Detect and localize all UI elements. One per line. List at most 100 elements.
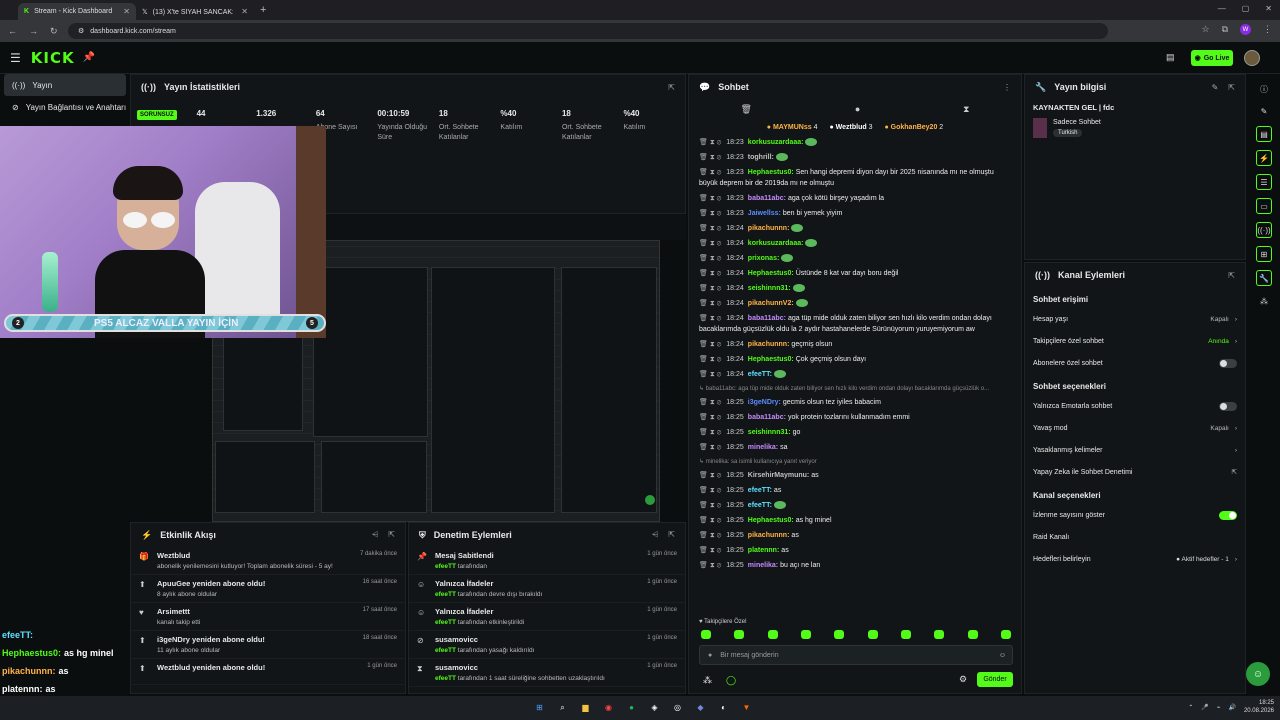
- message-actions[interactable]: 🗑 ⧗ ⊘: [699, 169, 721, 176]
- spotify-icon[interactable]: ●: [624, 700, 639, 715]
- popout-icon[interactable]: ⇱: [1228, 83, 1235, 92]
- message-username[interactable]: pikachunnV2:: [748, 300, 794, 307]
- hourglass-icon[interactable]: ⧗: [963, 104, 969, 115]
- message-username[interactable]: Hephaestus0:: [748, 356, 794, 363]
- browser-menu-icon[interactable]: ⋮: [1263, 24, 1272, 35]
- hamburger-menu-icon[interactable]: ☰: [10, 51, 21, 65]
- emote-icon[interactable]: [867, 630, 878, 639]
- clock[interactable]: 18:25 20.08.2026: [1244, 699, 1274, 715]
- setting-row[interactable]: Hesap yaşı Kapalı ›: [1025, 308, 1245, 330]
- back-icon[interactable]: ←: [8, 26, 17, 36]
- new-tab-icon[interactable]: +: [260, 4, 266, 16]
- emote-icon[interactable]: [701, 630, 711, 639]
- profile-avatar[interactable]: W: [1240, 24, 1251, 35]
- emote-icon[interactable]: [1000, 630, 1011, 639]
- message-actions[interactable]: 🗑 ⧗ ⊘: [699, 240, 721, 247]
- message-username[interactable]: minelika:: [748, 562, 778, 569]
- message-actions[interactable]: 🗑 ⧗ ⊘: [699, 444, 721, 451]
- chat-message[interactable]: 🗑 ⧗ ⊘ 18:25 baba11abc: yok protein tozların…: [689, 410, 1023, 425]
- cluster-icon[interactable]: ⁂: [703, 675, 712, 686]
- message-username[interactable]: minelika:: [748, 444, 778, 451]
- cluster-icon[interactable]: ⁂: [1257, 294, 1271, 308]
- message-actions[interactable]: 🗑 ⧗ ⊘: [699, 517, 721, 524]
- url-field[interactable]: ⚙ dashboard.kick.com/stream: [68, 23, 1108, 39]
- setting-row[interactable]: Raid Kanalı: [1025, 526, 1245, 548]
- forward-icon[interactable]: →: [29, 26, 38, 36]
- message-username[interactable]: toghrill:: [748, 154, 774, 161]
- message-actions[interactable]: 🗑 ⧗ ⊘: [699, 300, 721, 307]
- file-explorer-icon[interactable]: ▆: [578, 700, 593, 715]
- send-button[interactable]: Gönder: [977, 672, 1013, 687]
- toggle-switch[interactable]: [1219, 510, 1237, 520]
- message-username[interactable]: Hephaestus0:: [748, 517, 794, 524]
- message-username[interactable]: baba11abc:: [748, 315, 786, 322]
- message-actions[interactable]: 🗑 ⧗ ⊘: [699, 315, 721, 322]
- trash-icon[interactable]: 🗑: [740, 104, 751, 115]
- toggle-switch[interactable]: [1219, 401, 1237, 411]
- discord-icon[interactable]: ◆: [693, 700, 708, 715]
- message-actions[interactable]: 🗑 ⧗ ⊘: [699, 195, 721, 202]
- emote-icon[interactable]: [767, 630, 778, 639]
- chat-message[interactable]: 🗑 ⧗ ⊘ 18:25 pikachunnn: as: [689, 528, 1023, 543]
- chat-message[interactable]: 🗑 ⧗ ⊘ 18:24 pikachunnn:: [689, 221, 1023, 236]
- stats-toggle-icon[interactable]: ▤: [1256, 126, 1272, 142]
- message-actions[interactable]: 🗑 ⧗ ⊘: [699, 356, 721, 363]
- close-tab-icon[interactable]: ✕: [123, 7, 130, 16]
- chat-message[interactable]: 🗑 ⧗ ⊘ 18:25 minelika: bu açı ne lan: [689, 558, 1023, 573]
- mic-icon[interactable]: 🎤: [1201, 704, 1208, 711]
- layout-icon[interactable]: ▤: [1166, 52, 1175, 63]
- chat-message[interactable]: 🗑 ⧗ ⊘ 18:23 Jaiwellss: ben bi yemek yiyim: [689, 206, 1023, 221]
- help-chat-button[interactable]: ☺: [1246, 662, 1270, 686]
- message-actions[interactable]: 🗑 ⧗ ⊘: [699, 285, 721, 292]
- message-actions[interactable]: 🗑 ⧗ ⊘: [699, 562, 721, 569]
- chat-message[interactable]: 🗑 ⧗ ⊘ 18:23 Hephaestus0: Sen hangi depremi …: [689, 165, 1023, 191]
- setting-row[interactable]: Yalnızca Emotarla sohbet: [1025, 395, 1245, 417]
- message-actions[interactable]: 🗑 ⧗ ⊘: [699, 225, 721, 232]
- moderation-toggle-icon[interactable]: ☰: [1256, 174, 1272, 190]
- windows-start-icon[interactable]: ⊞: [532, 700, 547, 715]
- extensions-icon[interactable]: ⧉: [1222, 24, 1228, 35]
- message-username[interactable]: baba11abc:: [748, 195, 786, 202]
- chat-message[interactable]: 🗑 ⧗ ⊘ 18:25 seishinnn31: go: [689, 425, 1023, 440]
- chat-message[interactable]: 🗑 ⧗ ⊘ 18:24 efeeTT:: [689, 367, 1023, 382]
- message-actions[interactable]: 🗑 ⧗ ⊘: [699, 270, 721, 277]
- chat-message[interactable]: 🗑 ⧗ ⊘ 18:23 toghrill:: [689, 150, 1023, 165]
- chat-message[interactable]: 🗑 ⧗ ⊘ 18:25 Hephaestus0: as hg minel: [689, 513, 1023, 528]
- setting-row[interactable]: Takipçilere özel sohbet Anında ›: [1025, 330, 1245, 352]
- setting-row[interactable]: Abonelere özel sohbet: [1025, 352, 1245, 374]
- popout-icon[interactable]: ⇱: [668, 530, 675, 540]
- message-actions[interactable]: 🗑 ⧗ ⊘: [699, 472, 721, 479]
- popout-icon[interactable]: ⇱: [388, 530, 395, 540]
- external-link-icon[interactable]: ⇱: [1232, 468, 1237, 476]
- chat-message[interactable]: 🗑 ⧗ ⊘ 18:24 pikachunnV2:: [689, 296, 1023, 311]
- chat-message[interactable]: 🗑 ⧗ ⊘ 18:23 korkusuzardaaa:: [689, 135, 1023, 150]
- message-actions[interactable]: 🗑 ⧗ ⊘: [699, 399, 721, 406]
- emote-icon[interactable]: [734, 630, 745, 639]
- message-actions[interactable]: 🗑 ⧗ ⊘: [699, 502, 721, 509]
- message-username[interactable]: platennn:: [748, 547, 780, 554]
- chrome-icon[interactable]: ◉: [601, 700, 616, 715]
- message-username[interactable]: KirsehirMaymunu:: [748, 472, 809, 479]
- message-username[interactable]: prixonas:: [748, 255, 780, 262]
- emote-icon[interactable]: [900, 630, 911, 639]
- go-live-button[interactable]: ◉ Go Live: [1191, 50, 1233, 66]
- maximize-icon[interactable]: ▢: [1242, 4, 1250, 13]
- steam-icon[interactable]: ◎: [670, 700, 685, 715]
- emote-icon[interactable]: [967, 630, 978, 639]
- close-window-icon[interactable]: ✕: [1265, 4, 1272, 13]
- chat-message[interactable]: 🗑 ⧗ ⊘ 18:25 i3geNDry: gecmis olsun tez iyil…: [689, 395, 1023, 410]
- tray-chevron-icon[interactable]: ⌃: [1188, 704, 1193, 711]
- minimize-icon[interactable]: —: [1218, 4, 1226, 13]
- chat-message[interactable]: 🗑 ⧗ ⊘ 18:24 baba11abc: aga tüp mide olduk z…: [689, 311, 1023, 337]
- pin-icon[interactable]: 📌: [83, 52, 95, 63]
- chat-toggle-icon[interactable]: ▭: [1256, 198, 1272, 214]
- chat-message[interactable]: 🗑 ⧗ ⊘ 18:25 efeeTT: as: [689, 483, 1023, 498]
- network-icon[interactable]: ⌁: [1217, 704, 1221, 711]
- kick-logo[interactable]: KICK: [31, 49, 75, 67]
- green-circle-icon[interactable]: ◯: [726, 675, 736, 686]
- emote-icon[interactable]: [934, 630, 945, 639]
- message-actions[interactable]: 🗑 ⧗ ⊘: [699, 371, 721, 378]
- message-username[interactable]: Hephaestus0:: [748, 270, 794, 277]
- message-actions[interactable]: 🗑 ⧗ ⊘: [699, 139, 721, 146]
- edit-icon[interactable]: ✎: [1257, 104, 1271, 118]
